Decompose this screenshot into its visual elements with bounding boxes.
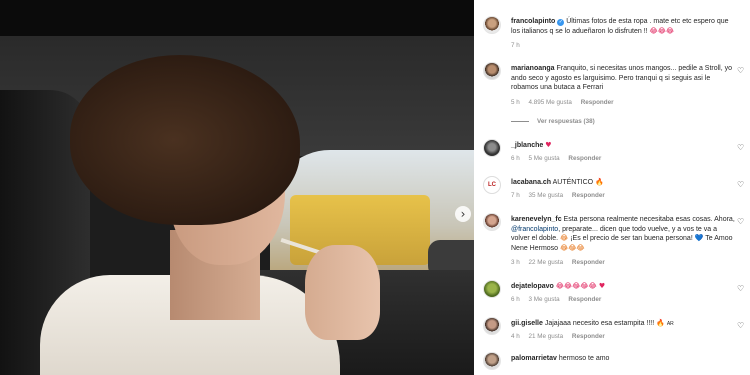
reply-button[interactable]: Responder <box>572 259 605 266</box>
avatar[interactable] <box>483 280 501 298</box>
comment-time: 7 h <box>511 192 520 199</box>
avatar[interactable] <box>483 139 501 157</box>
mention-link[interactable]: @francolapinto <box>511 226 558 233</box>
comment-likes[interactable]: 5 Me gusta <box>529 155 560 162</box>
comment-emoji: 💙 <box>694 234 704 243</box>
view-replies-label: Ver respuestas (38) <box>537 118 595 125</box>
avatar[interactable] <box>483 62 501 80</box>
reply-button[interactable]: Responder <box>572 333 605 340</box>
comment-username[interactable]: gii.giselle <box>511 320 543 327</box>
view-replies-button[interactable]: Ver respuestas (38) <box>511 118 595 125</box>
carousel-next-icon[interactable]: › <box>455 206 471 222</box>
comment-time: 6 h <box>511 155 520 162</box>
comment-emojis: 😂😂😂😂😂 ♥ <box>555 282 606 290</box>
caption-username[interactable]: francolapinto <box>511 18 555 25</box>
avatar[interactable]: LC <box>483 176 501 194</box>
car-roof <box>0 0 474 36</box>
comment-text: AUTÉNTICO <box>552 179 594 186</box>
comment-likes[interactable]: 21 Me gusta <box>529 333 564 340</box>
avatar[interactable] <box>483 213 501 231</box>
comment-time: 4 h <box>511 333 520 340</box>
avatar[interactable] <box>483 16 501 34</box>
comment-username[interactable]: lacabana.ch <box>511 179 551 186</box>
comment-username[interactable]: marianoanga <box>511 65 555 72</box>
avatar[interactable] <box>483 317 501 335</box>
caption-emojis: 😂😂😂 <box>649 26 675 35</box>
comment-likes[interactable]: 3 Me gusta <box>529 296 560 303</box>
comment-username[interactable]: dejatelopavo <box>511 283 554 290</box>
reply-button[interactable]: Responder <box>572 192 605 199</box>
comment-time: 3 h <box>511 259 520 266</box>
comment-text: Esta persona realmente necesitaba esas c… <box>563 216 735 223</box>
avatar-initials: LC <box>488 182 496 188</box>
hand <box>305 245 380 340</box>
like-icon[interactable]: ♡ <box>737 284 744 293</box>
comment-emojis: 🔥 <box>595 178 604 186</box>
like-icon[interactable]: ♡ <box>737 66 744 75</box>
post-photo: › <box>0 0 474 375</box>
comment-time: 5 h <box>511 99 520 106</box>
comment-likes[interactable]: 22 Me gusta <box>529 259 564 266</box>
comments-panel: francolapinto ✓ Últimas fotos de esta ro… <box>474 0 750 375</box>
avatar[interactable] <box>483 352 501 370</box>
verified-icon: ✓ <box>557 19 565 26</box>
like-icon[interactable]: ♡ <box>737 143 744 152</box>
comment-likes[interactable]: 35 Me gusta <box>529 192 564 199</box>
reply-button[interactable]: Responder <box>568 296 601 303</box>
comment-text: Jajajaaa necesito esa estampita !!!! <box>544 320 655 327</box>
comment-username[interactable]: _jblanche <box>511 142 543 149</box>
caption-time: 7 h <box>511 42 520 49</box>
like-icon[interactable]: ♡ <box>737 321 744 330</box>
like-icon[interactable]: ♡ <box>737 217 744 226</box>
replies-line <box>511 120 529 122</box>
comment-emojis: 🔥 <box>656 319 665 327</box>
reply-button[interactable]: Responder <box>568 155 601 162</box>
comment-time: 6 h <box>511 296 520 303</box>
comment-emoji: 😂 <box>560 234 569 243</box>
comment-emojis: 😂😂😂 <box>560 243 585 252</box>
flag-label: AR <box>666 321 674 327</box>
reply-button[interactable]: Responder <box>581 99 614 106</box>
comment-text: ¡Es el precio de ser tan buena persona! <box>570 235 693 243</box>
comment-username[interactable]: karenevelyn_fc <box>511 216 562 223</box>
comment-likes[interactable]: 4.895 Me gusta <box>529 99 572 106</box>
comment-text: hermoso te amo <box>558 355 610 362</box>
comment-emojis: ♥ <box>545 141 552 149</box>
comment-username[interactable]: palomarrietav <box>511 355 557 362</box>
like-icon[interactable]: ♡ <box>737 180 744 189</box>
